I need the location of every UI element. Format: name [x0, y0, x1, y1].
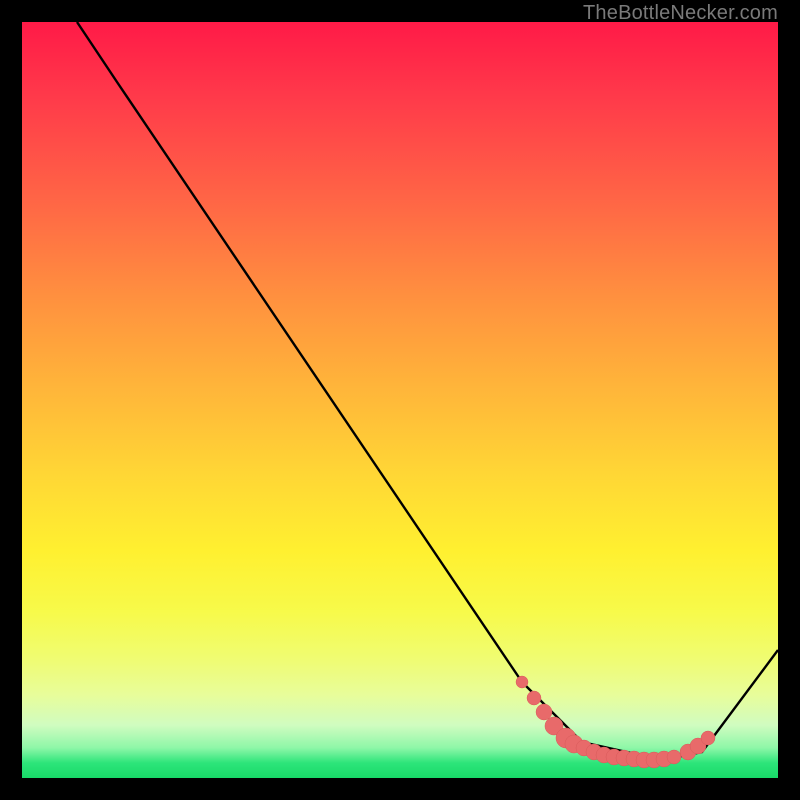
plot-area — [22, 22, 778, 778]
marker-dot — [516, 676, 528, 688]
chart-svg — [22, 22, 778, 778]
marker-dot — [527, 691, 541, 705]
marker-dot — [536, 704, 552, 720]
marker-dot — [667, 750, 681, 764]
marker-dot — [701, 731, 715, 745]
chart-stage: TheBottleNecker.com — [0, 0, 800, 800]
optimal-region-markers — [516, 676, 715, 768]
bottleneck-curve — [77, 22, 778, 760]
